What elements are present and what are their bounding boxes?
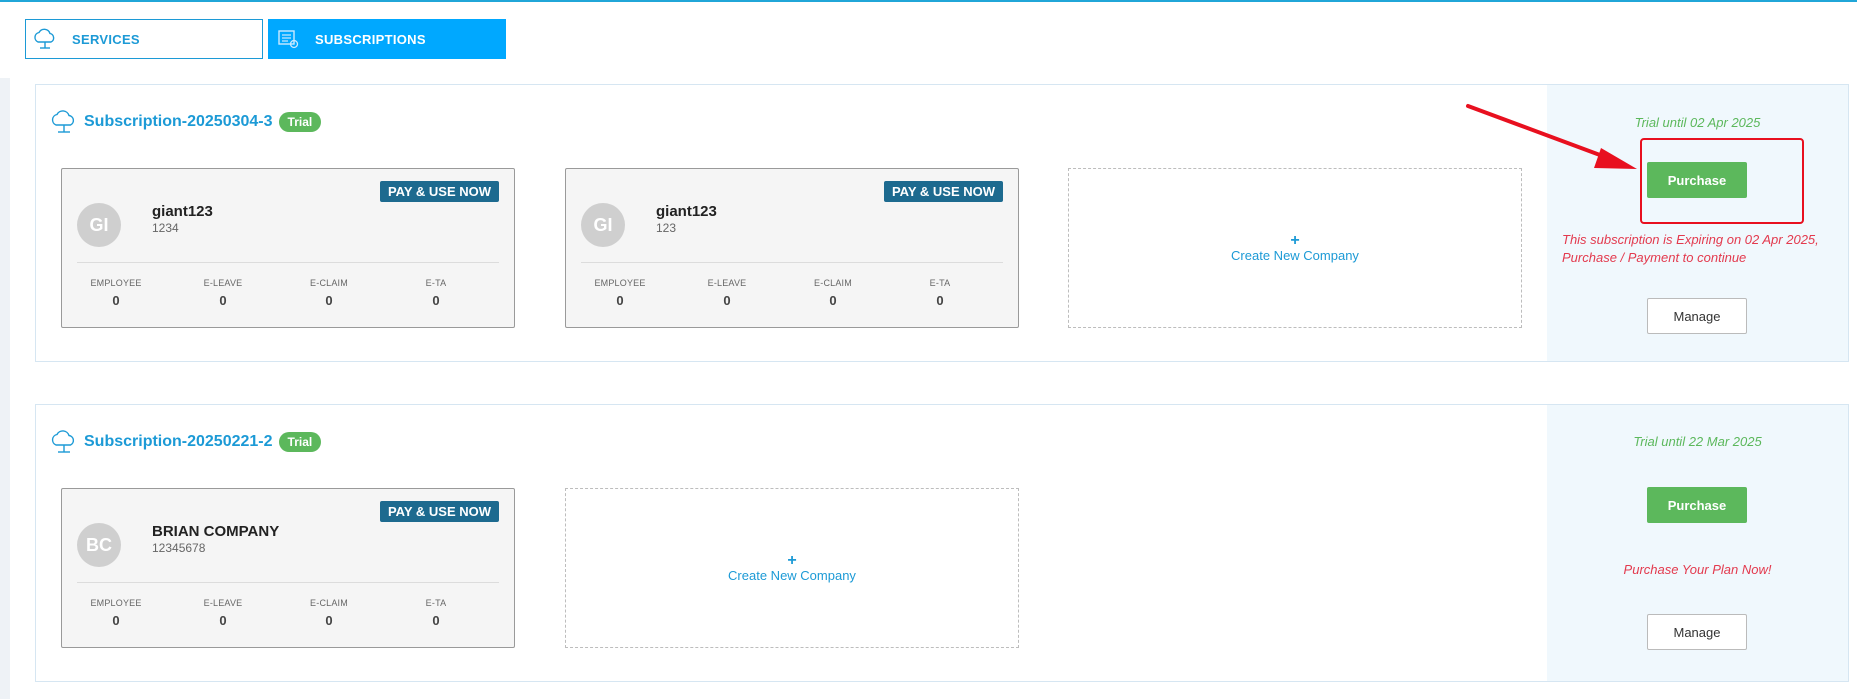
stat-employee: EMPLOYEE 0	[76, 598, 156, 628]
manage-button[interactable]: Manage	[1647, 614, 1747, 650]
company-name: giant123	[656, 203, 717, 220]
subscription-header: Subscription-20250221-2 Trial	[50, 429, 322, 455]
company-code: 12345678	[152, 541, 206, 555]
subscription-title[interactable]: Subscription-20250221-2	[84, 433, 273, 451]
stat-label: E-TA	[425, 278, 447, 288]
stat-label: E-TA	[929, 278, 951, 288]
tab-subscriptions[interactable]: SUBSCRIPTIONS	[268, 19, 506, 59]
purchase-button[interactable]: Purchase	[1647, 487, 1747, 523]
stat-value: 0	[616, 293, 624, 308]
stat-label: E-CLAIM	[814, 278, 852, 288]
stat-eta: E-TA 0	[396, 598, 476, 628]
tab-services-label: SERVICES	[72, 31, 140, 47]
company-code: 123	[656, 221, 677, 235]
tab-services[interactable]: SERVICES	[25, 19, 263, 59]
stat-value: 0	[325, 293, 333, 308]
left-gutter	[0, 78, 10, 699]
stat-eclaim: E-CLAIM 0	[289, 598, 369, 628]
manage-button[interactable]: Manage	[1647, 298, 1747, 334]
stat-employee: EMPLOYEE 0	[76, 278, 156, 308]
stat-label: EMPLOYEE	[594, 278, 646, 288]
stat-eleave: E-LEAVE 0	[687, 278, 767, 308]
stat-eleave: E-LEAVE 0	[183, 598, 263, 628]
stat-label: E-TA	[425, 598, 447, 608]
plus-icon: +	[787, 551, 797, 569]
company-card[interactable]: GI giant123 1234 PAY & USE NOW EMPLOYEE 0…	[61, 168, 515, 328]
tab-subscriptions-label: SUBSCRIPTIONS	[315, 31, 426, 47]
stat-label: E-LEAVE	[203, 598, 243, 608]
expiry-warning: This subscription is Expiring on 02 Apr …	[1562, 231, 1819, 267]
subscription-header: Subscription-20250304-3 Trial	[50, 109, 322, 135]
pay-use-now-button[interactable]: PAY & USE NOW	[379, 501, 499, 522]
stat-label: E-LEAVE	[707, 278, 747, 288]
divider	[77, 582, 499, 583]
stat-label: EMPLOYEE	[90, 598, 142, 608]
stat-value: 0	[219, 293, 227, 308]
create-new-company-button[interactable]: + Create New Company	[565, 488, 1019, 648]
stat-value: 0	[723, 293, 731, 308]
cloud-icon	[50, 109, 78, 135]
stat-eleave: E-LEAVE 0	[183, 278, 263, 308]
stat-label: EMPLOYEE	[90, 278, 142, 288]
tab-bar: SERVICES SUBSCRIPTIONS	[0, 2, 1857, 78]
create-new-company-button[interactable]: + Create New Company	[1068, 168, 1522, 328]
company-code: 1234	[152, 221, 179, 235]
subscription-title[interactable]: Subscription-20250304-3	[84, 113, 273, 131]
stat-eclaim: E-CLAIM 0	[793, 278, 873, 308]
pay-use-now-button[interactable]: PAY & USE NOW	[379, 181, 499, 202]
create-new-company-label: Create New Company	[1231, 247, 1359, 263]
trial-badge: Trial	[278, 112, 322, 132]
divider	[581, 262, 1003, 263]
company-card[interactable]: BC BRIAN COMPANY 12345678 PAY & USE NOW …	[61, 488, 515, 648]
company-card[interactable]: GI giant123 123 PAY & USE NOW EMPLOYEE 0 …	[565, 168, 1019, 328]
annotation-highlight-box	[1640, 138, 1804, 224]
cloud-icon	[32, 27, 58, 51]
stat-label: E-CLAIM	[310, 278, 348, 288]
expiry-warning-line2: Purchase / Payment to continue	[1562, 250, 1747, 265]
subscription-card: Subscription-20250304-3 Trial GI giant12…	[35, 84, 1849, 362]
stat-eclaim: E-CLAIM 0	[289, 278, 369, 308]
divider	[77, 262, 499, 263]
cloud-icon	[50, 429, 78, 455]
stat-value: 0	[432, 613, 440, 628]
expiry-warning-line1: This subscription is Expiring on 02 Apr …	[1562, 232, 1819, 247]
stat-value: 0	[936, 293, 944, 308]
avatar: BC	[77, 523, 121, 567]
trial-until-text: Trial until 02 Apr 2025	[1634, 115, 1761, 130]
stat-label: E-LEAVE	[203, 278, 243, 288]
subscription-actions-panel: Trial until 22 Mar 2025 Purchase Purchas…	[1547, 405, 1848, 681]
stat-label: E-CLAIM	[310, 598, 348, 608]
stat-value: 0	[112, 293, 120, 308]
stat-eta: E-TA 0	[900, 278, 980, 308]
subscription-card: Subscription-20250221-2 Trial BC BRIAN C…	[35, 404, 1849, 682]
stat-value: 0	[112, 613, 120, 628]
stat-value: 0	[325, 613, 333, 628]
avatar: GI	[581, 203, 625, 247]
purchase-plan-warning: Purchase Your Plan Now!	[1623, 562, 1772, 577]
trial-badge: Trial	[278, 432, 322, 452]
stat-value: 0	[829, 293, 837, 308]
subscription-icon	[275, 27, 301, 51]
create-new-company-label: Create New Company	[728, 567, 856, 583]
company-name: BRIAN COMPANY	[152, 523, 280, 540]
avatar: GI	[77, 203, 121, 247]
pay-use-now-button[interactable]: PAY & USE NOW	[883, 181, 1003, 202]
trial-until-text: Trial until 22 Mar 2025	[1633, 434, 1762, 449]
plus-icon: +	[1290, 231, 1300, 249]
stat-eta: E-TA 0	[396, 278, 476, 308]
stat-employee: EMPLOYEE 0	[580, 278, 660, 308]
company-name: giant123	[152, 203, 213, 220]
stat-value: 0	[432, 293, 440, 308]
stat-value: 0	[219, 613, 227, 628]
